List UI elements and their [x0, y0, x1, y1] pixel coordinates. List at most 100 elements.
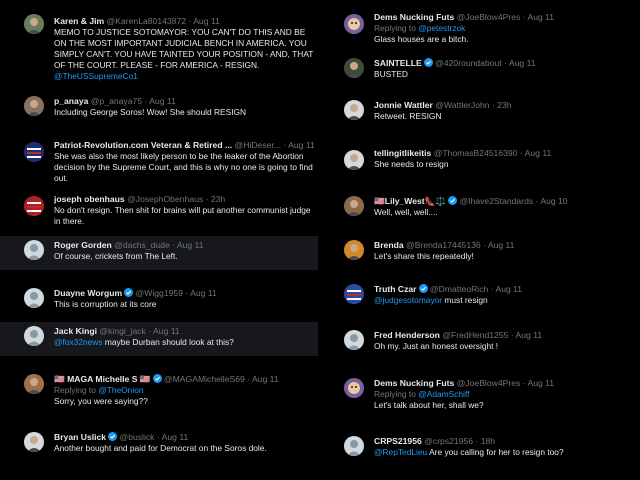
display-name[interactable]: Roger Gorden	[54, 240, 112, 250]
user-handle[interactable]: @ThomasB24516390	[434, 148, 518, 158]
timestamp[interactable]: Aug 11	[516, 330, 543, 340]
mention-link[interactable]: @RepTedLieu	[374, 447, 427, 457]
timestamp[interactable]: Aug 11	[288, 140, 314, 150]
avatar[interactable]	[344, 378, 364, 398]
avatar[interactable]	[24, 240, 44, 260]
user-handle[interactable]: @420roundabout	[435, 58, 502, 68]
reply-tweet[interactable]: Patriot-Revolution.com Veteran & Retired…	[0, 134, 318, 186]
user-handle[interactable]: @JoeBlow4Pres	[457, 12, 521, 22]
replying-to-link[interactable]: @TheOnion	[98, 385, 143, 395]
timestamp[interactable]: 23h	[497, 100, 511, 110]
timestamp[interactable]: Aug 11	[162, 432, 189, 442]
user-handle[interactable]: @Wigg1959	[136, 288, 183, 298]
reply-tweet[interactable]: SAINTELLE @420roundabout · Aug 11 BUSTED	[320, 54, 638, 86]
reply-tweet[interactable]: 🇺🇸Lily_West👠⚖️ @Ihave2Standards · Aug 10…	[320, 192, 638, 226]
replying-to-link[interactable]: @petestrzok	[418, 23, 465, 33]
display-name[interactable]: SAINTELLE	[374, 58, 422, 68]
user-handle[interactable]: @FredHend1255	[442, 330, 508, 340]
display-name[interactable]: Truth Czar	[374, 284, 417, 294]
user-handle[interactable]: @MAGAMichelleS69	[164, 374, 245, 384]
reply-tweet[interactable]: Duayne Worgum @Wigg1959 · Aug 11 This is …	[0, 284, 318, 318]
timestamp[interactable]: Aug 11	[177, 240, 204, 250]
avatar[interactable]	[24, 96, 44, 116]
avatar[interactable]	[344, 240, 364, 260]
avatar[interactable]	[344, 14, 364, 34]
reply-tweet[interactable]: 🇺🇸 MAGA Michelle S 🇺🇸 @MAGAMichelleS69 ·…	[0, 368, 318, 414]
timestamp[interactable]: 23h	[211, 194, 225, 204]
mention-link[interactable]: @TheUSSupremeCo1	[54, 71, 138, 81]
reply-tweet[interactable]: Truth Czar @DmatteoRich · Aug 11 @judgeso…	[320, 280, 638, 314]
user-handle[interactable]: @KarenLa80143872	[107, 16, 186, 26]
reply-tweet[interactable]: Fred Henderson @FredHend1255 · Aug 11 Oh …	[320, 326, 638, 360]
avatar[interactable]	[344, 330, 364, 350]
reply-tweet[interactable]: Bryan Uslick @buslick · Aug 11 Another bo…	[0, 428, 318, 462]
display-name[interactable]: Duayne Worgum	[54, 288, 122, 298]
user-handle[interactable]: @dachs_dude	[114, 240, 170, 250]
avatar[interactable]	[344, 196, 364, 216]
user-handle[interactable]: @kingi_jack	[99, 326, 145, 336]
avatar[interactable]	[344, 284, 364, 304]
timestamp[interactable]: Aug 10	[540, 196, 567, 206]
timestamp[interactable]: Aug 11	[153, 326, 180, 336]
display-name[interactable]: 🇺🇸 MAGA Michelle S 🇺🇸	[54, 374, 151, 384]
reply-tweet[interactable]: joseph obenhaus @JosephObenhaus · 23h No …	[0, 190, 318, 232]
user-handle[interactable]: @p_anaya75	[91, 96, 142, 106]
timestamp[interactable]: Aug 11	[527, 12, 554, 22]
user-handle[interactable]: @crps21956	[424, 436, 473, 446]
reply-tweet[interactable]: Roger Gorden @dachs_dude · Aug 11 Of cour…	[0, 236, 318, 270]
reply-tweet[interactable]: Dems Nucking Futs @JoeBlow4Pres · Aug 11…	[320, 8, 638, 52]
avatar[interactable]	[24, 432, 44, 452]
display-name[interactable]: Brenda	[374, 240, 404, 250]
reply-tweet[interactable]: Brenda @Brenda17445136 · Aug 11 Let's sha…	[320, 236, 638, 268]
avatar[interactable]	[24, 142, 44, 162]
display-name[interactable]: p_anaya	[54, 96, 88, 106]
timestamp[interactable]: Aug 11	[149, 96, 176, 106]
avatar[interactable]	[344, 150, 364, 170]
reply-tweet[interactable]: Karen & Jim @KarenLa80143872 · Aug 11 MEM…	[0, 4, 318, 86]
mention-link[interactable]: @fox32news	[54, 337, 103, 347]
timestamp[interactable]: Aug 11	[252, 374, 279, 384]
display-name[interactable]: Fred Henderson	[374, 330, 440, 340]
display-name[interactable]: Jonnie Wattler	[374, 100, 433, 110]
avatar[interactable]	[344, 436, 364, 456]
display-name[interactable]: CRPS21956	[374, 436, 422, 446]
timestamp[interactable]: Aug 11	[509, 58, 536, 68]
reply-tweet[interactable]: p_anaya @p_anaya75 · Aug 11 Including Geo…	[0, 88, 318, 128]
user-handle[interactable]: @JoeBlow4Pres	[457, 378, 521, 388]
timestamp[interactable]: Aug 11	[525, 148, 552, 158]
display-name[interactable]: Karen & Jim	[54, 16, 104, 26]
user-handle[interactable]: @Brenda17445136	[406, 240, 481, 250]
user-handle[interactable]: @buslick	[119, 432, 154, 442]
reply-tweet[interactable]: CRPS21956 @crps21956 · 18h @RepTedLieu Ar…	[320, 432, 638, 466]
display-name[interactable]: Jack Kingi	[54, 326, 97, 336]
timestamp[interactable]: 18h	[481, 436, 495, 446]
timestamp[interactable]: Aug 11	[193, 16, 220, 26]
user-handle[interactable]: @DmatteoRich	[430, 284, 488, 294]
timestamp[interactable]: Aug 11	[495, 284, 522, 294]
avatar[interactable]	[24, 14, 44, 34]
timestamp[interactable]: Aug 11	[527, 378, 554, 388]
avatar[interactable]	[24, 374, 44, 394]
display-name[interactable]: joseph obenhaus	[54, 194, 125, 204]
user-handle[interactable]: @Ihave2Standards	[459, 196, 533, 206]
display-name[interactable]: Patriot-Revolution.com Veteran & Retired…	[54, 140, 232, 150]
avatar[interactable]	[24, 326, 44, 346]
display-name[interactable]: tellingitlikeitis	[374, 148, 431, 158]
timestamp[interactable]: Aug 11	[488, 240, 515, 250]
user-handle[interactable]: @WattlerJohn	[435, 100, 489, 110]
reply-tweet[interactable]: tellingitlikeitis @ThomasB24516390 · Aug…	[320, 144, 638, 178]
reply-tweet[interactable]: Dems Nucking Futs @JoeBlow4Pres · Aug 11…	[320, 374, 638, 420]
replying-to-link[interactable]: @AdamSchiff	[418, 389, 469, 399]
user-handle[interactable]: @HiDeser...	[235, 140, 281, 150]
display-name[interactable]: Bryan Uslick	[54, 432, 106, 442]
user-handle[interactable]: @JosephObenhaus	[127, 194, 203, 204]
avatar[interactable]	[344, 100, 364, 120]
display-name[interactable]: Dems Nucking Futs	[374, 378, 454, 388]
display-name[interactable]: Dems Nucking Futs	[374, 12, 454, 22]
display-name[interactable]: 🇺🇸Lily_West👠⚖️	[374, 196, 446, 206]
reply-tweet[interactable]: Jack Kingi @kingi_jack · Aug 11 @fox32new…	[0, 322, 318, 356]
timestamp[interactable]: Aug 11	[190, 288, 217, 298]
mention-link[interactable]: @judgesotomayor	[374, 295, 442, 305]
avatar[interactable]	[24, 196, 44, 216]
reply-tweet[interactable]: Jonnie Wattler @WattlerJohn · 23h Retweet…	[320, 94, 638, 128]
